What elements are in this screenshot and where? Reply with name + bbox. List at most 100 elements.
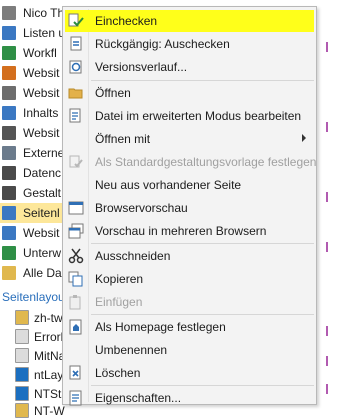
menu-item-label: Ausschneiden [95,249,171,263]
menu-item-label: Öffnen [95,86,131,100]
editor-mark [326,242,328,252]
menu-item-label: Datei im erweiterten Modus bearbeiten [95,109,302,123]
folder-open-icon [68,85,84,101]
menu-separator [91,314,314,315]
nav-item-icon [2,166,16,180]
menu-item[interactable]: Als Homepage festlegen [65,316,314,338]
menu-item-label: Kopieren [95,272,144,286]
menu-separator [91,80,314,81]
file-label: Errorl [34,329,64,344]
file-label: ntLay [34,367,64,382]
editor-edge [318,0,339,409]
submenu-arrow-icon [302,134,306,142]
nav-item-icon [2,126,16,140]
nav-item-icon [2,66,16,80]
multi-browser-preview-icon [68,223,84,239]
nav-item-label: Externe [23,146,65,160]
file-icon [15,386,29,401]
browser-preview-icon [68,200,84,216]
editor-mark [326,42,328,52]
menu-item[interactable]: Browservorschau [65,197,314,219]
menu-item[interactable]: Ausschneiden [65,245,314,267]
nav-item-label: Workfl [23,46,57,60]
menu-separator [91,243,314,244]
menu-item-label: Als Homepage festlegen [95,320,226,334]
set-homepage-icon [68,319,84,335]
editor-mark [326,384,328,394]
menu-separator [91,385,314,386]
nav-item-label: Alle Da [23,266,62,280]
file-item[interactable]: NT-W [15,401,65,420]
scissors-icon [68,248,84,264]
check-in-icon [68,13,84,29]
file-item[interactable]: MitNa [15,346,65,365]
nav-item-icon [2,186,16,200]
menu-item-label: Rückgängig: Auschecken [95,37,230,51]
nav-item-icon [2,246,16,260]
nav-item-label: Unterw [23,246,62,260]
version-history-icon [68,59,84,75]
menu-item[interactable]: Rückgängig: Auschecken [65,33,314,55]
nav-item-icon [2,226,16,240]
nav-item-icon [2,106,16,120]
menu-item[interactable]: Einchecken [65,10,314,32]
file-icon [15,403,29,418]
file-icon [15,310,29,325]
menu-item: Einfügen [65,291,314,313]
menu-item[interactable]: Öffnen [65,82,314,104]
menu-item[interactable]: Versionsverlauf... [65,56,314,78]
menu-item[interactable]: Kopieren [65,268,314,290]
menu-item-label: Einchecken [95,14,158,28]
menu-item[interactable]: Öffnen mit [65,128,314,150]
menu-item-label: Versionsverlauf... [95,60,188,74]
file-icon [15,367,29,382]
file-item[interactable]: ntLay [15,365,63,384]
nav-item-label: Websit [23,226,60,240]
menu-item-label: Neu aus vorhandener Seite [95,178,242,192]
menu-item[interactable]: Umbenennen [65,339,314,361]
group-header[interactable]: Seitenlayou [2,290,65,304]
menu-item-label: Umbenennen [95,343,168,357]
nav-item-label: Websit [23,126,60,140]
menu-item[interactable]: Eigenschaften... [65,387,314,409]
menu-item-label: Browservorschau [95,201,188,215]
editor-mark [326,326,328,336]
menu-item-label: Löschen [95,366,141,380]
nav-item-label: Nico Th [23,6,65,20]
editor-mark [326,356,328,366]
undo-checkout-icon [68,36,84,52]
nav-item-label: Inhalts [23,106,59,120]
menu-item[interactable]: Löschen [65,362,314,384]
menu-item[interactable]: Vorschau in mehreren Browsern [65,220,314,242]
file-item[interactable]: Errorl [15,327,63,346]
menu-item-label: Öffnen mit [95,132,151,146]
nav-item-icon [2,26,16,40]
edit-advanced-icon [68,108,84,124]
menu-item[interactable]: Neu aus vorhandener Seite [65,174,314,196]
file-label: zh-tw [34,310,63,325]
file-label: NT-W [34,403,65,418]
file-item[interactable]: zh-tw [15,308,63,327]
editor-mark [326,122,328,132]
menu-item-label: Einfügen [95,295,143,309]
menu-item-label: Vorschau in mehreren Browsern [95,224,267,238]
menu-item[interactable]: Datei im erweiterten Modus bearbeiten [65,105,314,127]
file-label: MitNa [34,348,66,363]
editor-mark [326,192,328,202]
nav-item-icon [2,266,16,280]
nav-item-icon [2,46,16,60]
menu-item: Als Standardgestaltungsvorlage festlegen [65,151,316,173]
properties-icon [68,390,84,406]
nav-item-icon [2,206,16,220]
nav-item-label: Seitenl [23,206,60,220]
file-icon [15,348,29,363]
menu-item-label: Eigenschaften... [95,391,182,405]
delete-icon [68,365,84,381]
nav-item-icon [2,6,16,20]
file-icon [15,329,29,344]
copy-icon [68,271,84,287]
nav-item-icon [2,146,16,160]
nav-item-label: Gestalt [23,186,62,200]
context-menu: Einchecken Rückgängig: Auschecken Versions… [62,6,317,406]
nav-item-label: Datenc [23,166,62,180]
